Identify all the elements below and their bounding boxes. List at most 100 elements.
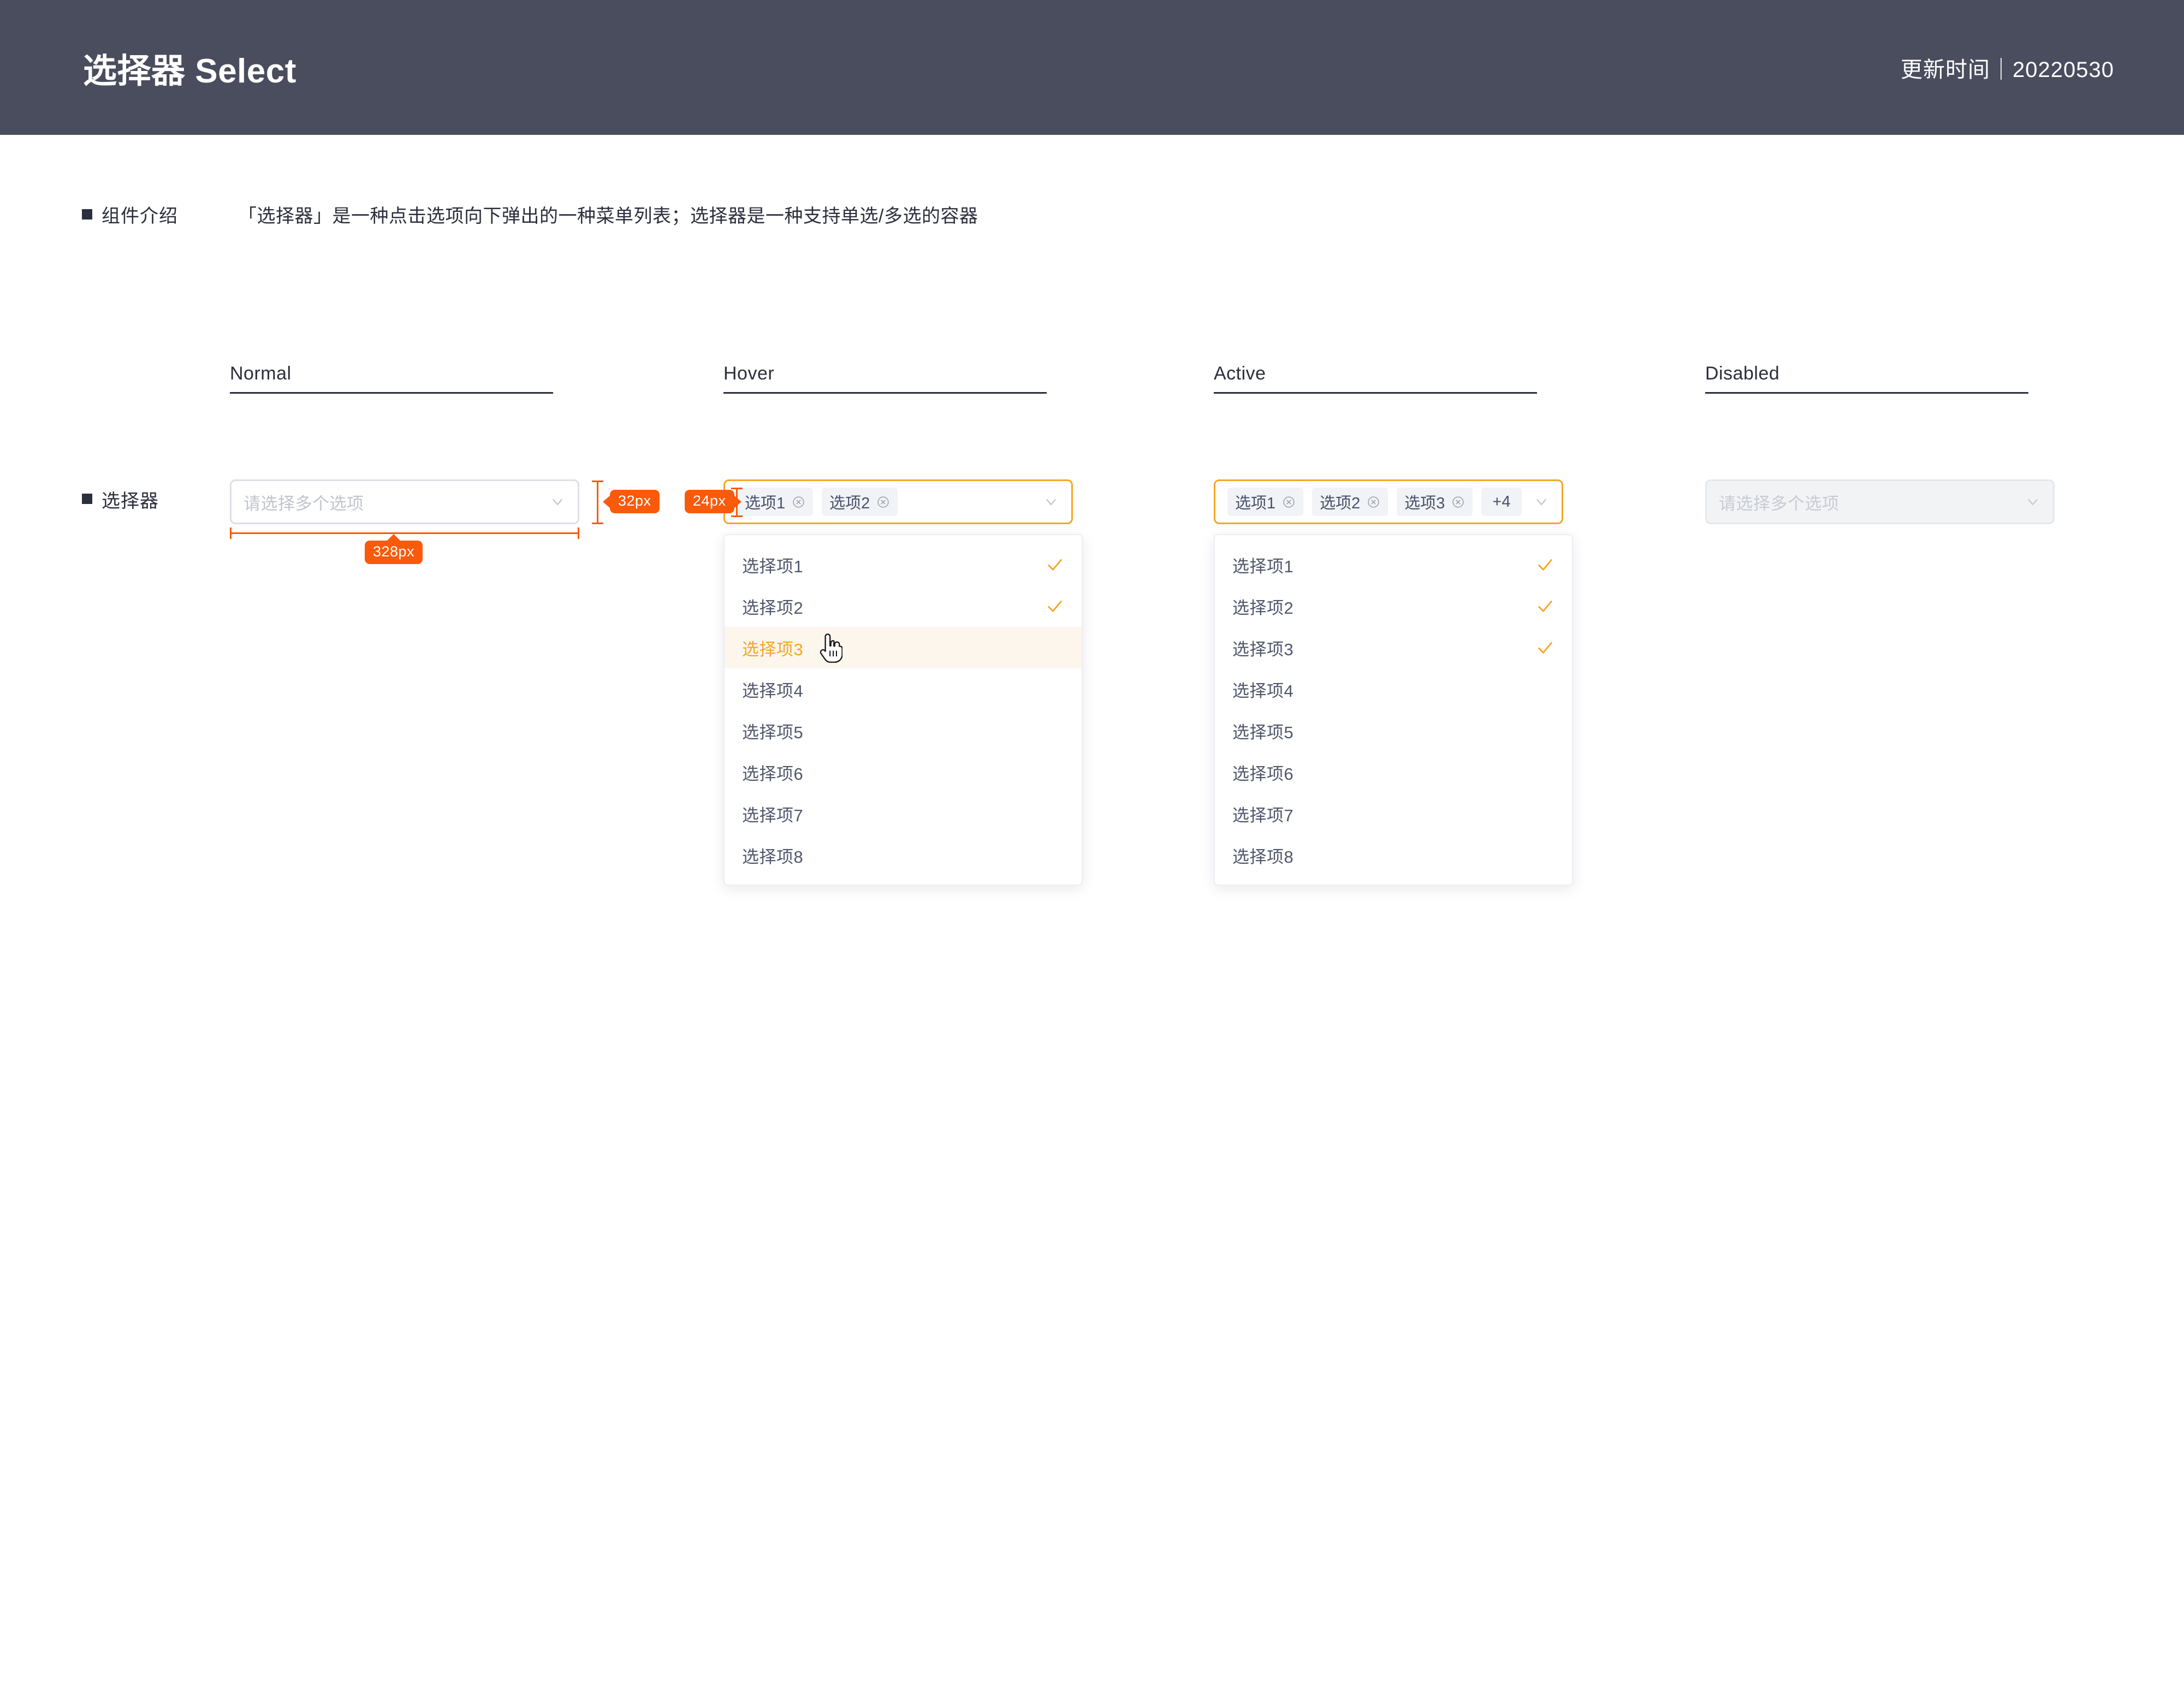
- dropdown-option-label: 选择项1: [1232, 556, 1294, 576]
- dropdown-option[interactable]: 选择项5: [1215, 710, 1572, 751]
- dropdown-option[interactable]: 选择项6: [1215, 751, 1572, 793]
- select-disabled: 请选择多个选项: [1705, 479, 2055, 524]
- dropdown-option[interactable]: 选择项1: [1215, 544, 1572, 585]
- row-label-select: 选择器: [82, 486, 159, 513]
- select-hover-tags: 选项1 选项2: [737, 488, 1043, 516]
- check-icon: [1046, 597, 1064, 615]
- column-header-active: Active: [1214, 363, 1537, 394]
- badge-tail: [733, 495, 741, 508]
- select-hover[interactable]: 选项1 选项2: [723, 479, 1073, 524]
- square-bullet-icon: [82, 494, 92, 504]
- select-normal[interactable]: 请选择多个选项: [230, 479, 579, 524]
- column-header-hover: Hover: [723, 363, 1047, 394]
- check-icon: [1046, 555, 1064, 574]
- dropdown-option-label: 选择项6: [1232, 764, 1294, 784]
- tag-chip[interactable]: 选项3: [1397, 488, 1473, 516]
- badge-tail: [603, 495, 610, 508]
- dropdown-option[interactable]: 选择项8: [1215, 834, 1572, 876]
- dropdown-option-label: 选择项8: [742, 847, 804, 867]
- page-header: 选择器 Select 更新时间｜20220530: [0, 0, 2184, 135]
- tag-label: +4: [1492, 493, 1511, 511]
- chevron-down-icon[interactable]: [1043, 494, 1059, 510]
- inner-height-annotation-text: 24px: [693, 493, 726, 509]
- dropdown-hover: 选择项1 选择项2 选择项3 选择项4 选择项5 选择项6 选择项7 选择项8: [723, 534, 1083, 886]
- circle-close-icon[interactable]: [1451, 495, 1465, 509]
- select-active-wrapper: 选项1 选项2 选项3 +4: [1214, 479, 1563, 524]
- page-title: 选择器 Select: [83, 52, 296, 90]
- dropdown-option-label: 选择项4: [742, 681, 804, 701]
- select-disabled-placeholder: 请选择多个选项: [1719, 494, 1839, 513]
- dropdown-option-label: 选择项5: [742, 722, 804, 742]
- dropdown-option[interactable]: 选择项6: [725, 751, 1082, 793]
- tag-chip[interactable]: 选项1: [737, 488, 814, 516]
- column-header-label: Hover: [723, 363, 775, 384]
- dropdown-option-label: 选择项8: [1232, 847, 1294, 867]
- width-annotation-badge: 328px: [365, 534, 423, 564]
- dropdown-option[interactable]: 选择项2: [1215, 585, 1572, 627]
- inner-height-annotation-badge: 24px: [685, 490, 741, 513]
- dropdown-option[interactable]: 选择项2: [725, 585, 1082, 627]
- width-annotation-text: 328px: [373, 543, 415, 560]
- dropdown-option[interactable]: 选择项5: [725, 710, 1082, 751]
- square-bullet-icon: [82, 209, 92, 220]
- pointer-cursor-icon: [816, 633, 842, 664]
- check-icon: [1536, 555, 1554, 574]
- dropdown-option-label: 选择项7: [742, 805, 804, 825]
- dropdown-option[interactable]: 选择项4: [1215, 668, 1572, 710]
- check-icon: [1536, 597, 1554, 615]
- dropdown-option-label: 选择项7: [1232, 805, 1294, 825]
- chevron-down-icon: [2025, 494, 2041, 510]
- circle-close-icon[interactable]: [876, 495, 890, 509]
- dropdown-option-label: 选择项2: [1232, 598, 1294, 618]
- column-header-label: Normal: [230, 363, 292, 384]
- component-intro-label: 组件介绍: [102, 206, 178, 227]
- select-active-tags: 选项1 选项2 选项3 +4: [1227, 488, 1533, 516]
- select-hover-wrapper: 选项1 选项2: [723, 479, 1073, 524]
- height-annotation-text: 32px: [618, 493, 651, 509]
- divider: [1705, 392, 2028, 394]
- dropdown-option[interactable]: 选择项1: [725, 544, 1082, 585]
- tag-chip[interactable]: 选项1: [1227, 488, 1304, 516]
- component-intro-row: 组件介绍 「选择器」是一种点击选项向下弹出的一种菜单列表；选择器是一种支持单选/…: [82, 201, 978, 228]
- tag-chip[interactable]: 选项2: [1312, 488, 1388, 516]
- tag-label: 选项1: [745, 495, 786, 512]
- dropdown-option[interactable]: 选择项3: [725, 627, 1082, 668]
- dropdown-option-label: 选择项1: [742, 556, 804, 576]
- select-active[interactable]: 选项1 选项2 选项3 +4: [1214, 479, 1563, 524]
- dropdown-option[interactable]: 选择项4: [725, 668, 1082, 710]
- dropdown-option[interactable]: 选择项8: [725, 834, 1082, 876]
- tag-label: 选项2: [829, 495, 870, 512]
- tag-label: 选项2: [1320, 495, 1361, 512]
- divider: [230, 392, 553, 394]
- column-header-disabled: Disabled: [1705, 363, 2028, 394]
- chevron-down-icon[interactable]: [549, 494, 566, 510]
- dropdown-option-label: 选择项3: [1232, 639, 1294, 659]
- badge-tail: [387, 534, 401, 541]
- circle-close-icon[interactable]: [1282, 495, 1296, 509]
- circle-close-icon[interactable]: [792, 495, 805, 509]
- component-intro-text: 「选择器」是一种点击选项向下弹出的一种菜单列表；选择器是一种支持单选/多选的容器: [238, 206, 978, 227]
- dropdown-option-label: 选择项6: [742, 764, 804, 784]
- tag-chip[interactable]: 选项2: [822, 488, 898, 516]
- dropdown-option[interactable]: 选择项7: [1215, 793, 1572, 834]
- dropdown-option-label: 选择项4: [1232, 681, 1294, 701]
- select-normal-placeholder: 请选择多个选项: [244, 494, 364, 513]
- tag-label: 选项3: [1404, 495, 1445, 512]
- column-header-label: Disabled: [1705, 363, 1780, 384]
- width-measure-line: [230, 527, 579, 539]
- dropdown-option[interactable]: 选择项3: [1215, 627, 1572, 668]
- chevron-down-icon[interactable]: [1533, 494, 1550, 510]
- column-header-label: Active: [1214, 363, 1266, 384]
- select-normal-wrapper: 请选择多个选项: [230, 479, 579, 524]
- row-label-text: 选择器: [102, 491, 159, 512]
- dropdown-option[interactable]: 选择项7: [725, 793, 1082, 834]
- check-icon: [1536, 638, 1554, 657]
- divider: [1214, 392, 1537, 394]
- last-updated-label: 更新时间｜20220530: [1901, 57, 2114, 82]
- tag-overflow-count[interactable]: +4: [1481, 488, 1522, 516]
- height-annotation-badge: 32px: [603, 490, 660, 513]
- tag-label: 选项1: [1235, 495, 1276, 512]
- dropdown-active: 选择项1 选择项2 选择项3 选择项4 选择项5 选择项6 选择项7 选择项8: [1214, 534, 1573, 886]
- circle-close-icon[interactable]: [1367, 495, 1380, 509]
- dropdown-option-label: 选择项5: [1232, 722, 1294, 742]
